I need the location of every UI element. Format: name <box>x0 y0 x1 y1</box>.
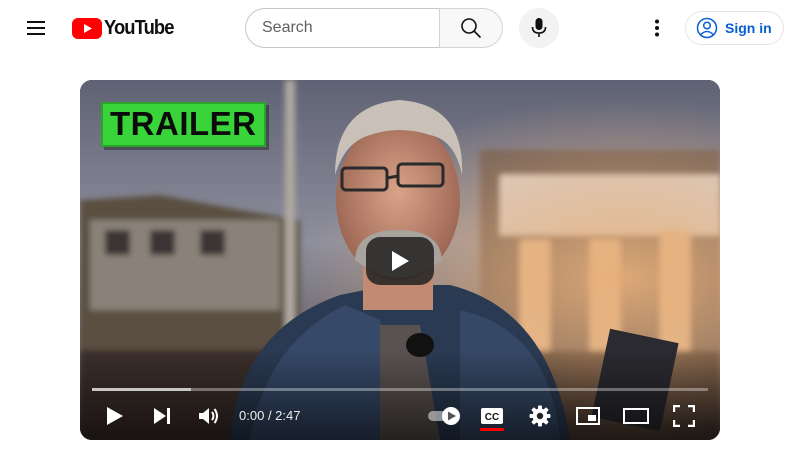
progress-bar[interactable] <box>92 388 708 391</box>
miniplayer-icon <box>576 407 600 425</box>
fullscreen-button[interactable] <box>668 400 700 432</box>
duration: 2:47 <box>275 408 301 423</box>
theater-mode-icon <box>623 408 649 424</box>
autoplay-toggle-icon <box>428 407 460 425</box>
search-icon <box>461 18 481 38</box>
kebab-icon <box>655 19 659 37</box>
masthead: YouTube Sign in <box>0 0 800 56</box>
next-button[interactable] <box>146 400 178 432</box>
play-button[interactable] <box>99 400 131 432</box>
logo-wordmark: YouTube <box>104 16 174 39</box>
large-play-button[interactable] <box>366 237 434 285</box>
search-input[interactable] <box>262 19 440 37</box>
account-circle-icon <box>696 17 718 39</box>
youtube-logo[interactable]: YouTube <box>72 17 180 39</box>
voice-search-button[interactable] <box>519 8 559 48</box>
settings-more-button[interactable] <box>641 12 673 44</box>
video-player[interactable]: TRAILER 0:00 / 2:47 CC <box>80 80 720 440</box>
search-button[interactable] <box>439 8 503 48</box>
trailer-badge: TRAILER <box>101 102 266 147</box>
play-icon <box>392 251 409 271</box>
time-display: 0:00 / 2:47 <box>239 408 300 423</box>
youtube-play-logo-icon <box>72 17 102 39</box>
autoplay-toggle[interactable] <box>424 400 464 432</box>
guide-menu-button[interactable] <box>20 12 52 44</box>
play-icon <box>107 407 123 425</box>
volume-icon <box>199 408 218 424</box>
mute-button[interactable] <box>193 400 225 432</box>
progress-buffered <box>92 388 191 391</box>
search-box[interactable] <box>245 8 440 48</box>
trailer-badge-text: TRAILER <box>110 105 257 142</box>
sign-in-label: Sign in <box>725 20 772 36</box>
fullscreen-icon <box>673 405 695 427</box>
hamburger-icon <box>27 21 45 35</box>
miniplayer-button[interactable] <box>572 400 604 432</box>
microphone-icon <box>531 18 547 37</box>
settings-button[interactable] <box>524 400 556 432</box>
current-time: 0:00 <box>239 408 265 423</box>
sign-in-button[interactable]: Sign in <box>685 11 784 45</box>
skip-next-icon <box>154 408 170 424</box>
captions-active-indicator <box>480 428 504 431</box>
svg-text:CC: CC <box>485 412 499 423</box>
closed-captions-icon: CC <box>481 408 503 424</box>
gear-icon <box>529 405 551 427</box>
theater-mode-button[interactable] <box>620 400 652 432</box>
